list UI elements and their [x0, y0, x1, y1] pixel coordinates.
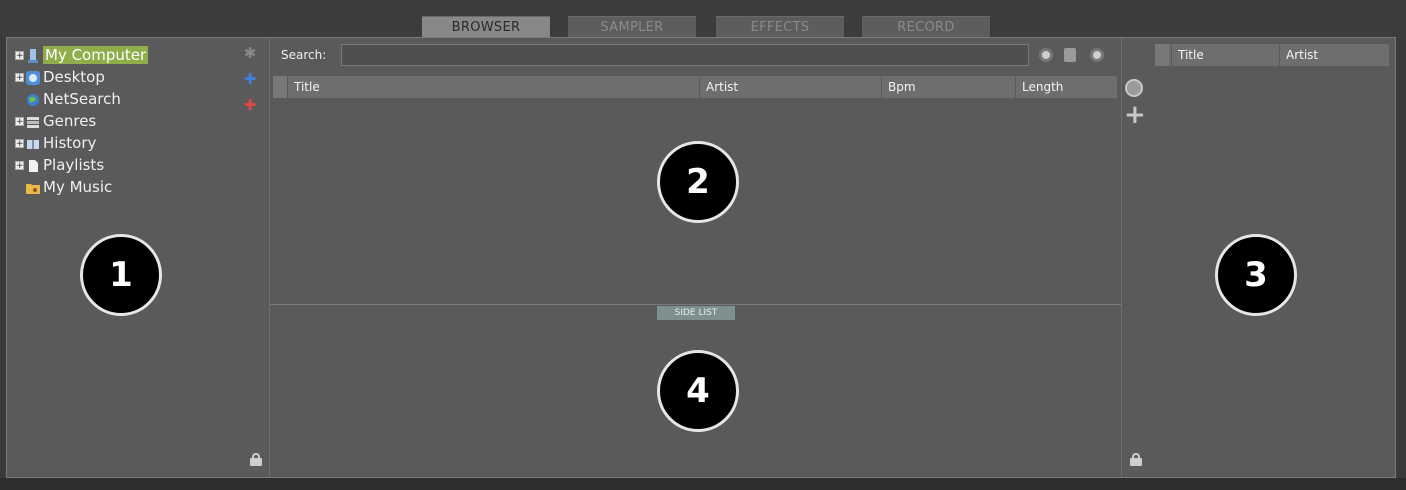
header-spacer [1155, 44, 1169, 66]
tab-sampler[interactable]: SAMPLER [568, 16, 696, 38]
column-length[interactable]: Length [1015, 76, 1117, 98]
tab-browser[interactable]: BROWSER [422, 16, 550, 38]
file-list-header: Title Artist Bpm Length [273, 76, 1117, 98]
tree-item-label: Desktop [43, 68, 105, 86]
expand-icon[interactable]: + [15, 117, 24, 127]
right-list-header: Title Artist [1155, 44, 1389, 66]
tree-item-label: History [43, 134, 97, 152]
computer-icon [28, 48, 38, 63]
music-folder-icon [26, 183, 40, 194]
lock-icon[interactable] [250, 453, 262, 466]
column-title[interactable]: Title [287, 76, 699, 98]
header-spacer [273, 76, 287, 98]
tree-item-label: Playlists [43, 156, 105, 174]
desktop-icon [26, 70, 40, 85]
badge-2: 2 [657, 141, 739, 223]
expand-icon[interactable]: + [15, 139, 24, 149]
add-folder-icon[interactable]: ✚ [241, 70, 259, 88]
tree-item-history[interactable]: + History [15, 132, 265, 154]
book-icon [27, 139, 39, 149]
tree-item-genres[interactable]: + Genres [15, 110, 265, 132]
tree-item-label: Genres [43, 112, 97, 130]
left-divider [269, 38, 270, 477]
column-title[interactable]: Title [1171, 44, 1279, 66]
stack-icon [27, 116, 39, 128]
search-settings-icon[interactable] [1090, 48, 1104, 62]
tree-item-playlists[interactable]: + Playlists [15, 154, 265, 176]
tree-item-label: My Computer [43, 46, 149, 64]
search-option-icon[interactable] [1039, 48, 1053, 62]
disc-icon[interactable] [1125, 79, 1143, 97]
lock-icon[interactable] [1130, 453, 1142, 466]
filter-icon[interactable]: ✱ [241, 44, 259, 62]
column-bpm[interactable]: Bpm [881, 76, 1015, 98]
tree-item-label: My Music [43, 178, 113, 196]
tree-item-label: NetSearch [43, 90, 121, 108]
expand-icon[interactable]: + [15, 73, 24, 83]
top-tab-bar: BROWSER SAMPLER EFFECTS RECORD [0, 0, 1406, 38]
expand-icon[interactable]: + [15, 51, 24, 61]
bottom-strip [0, 478, 1406, 490]
browser-frame: + My Computer + Desktop NetSearch + Genres … [6, 37, 1396, 478]
tree-item-netsearch[interactable]: NetSearch [15, 88, 265, 110]
column-artist[interactable]: Artist [1279, 44, 1389, 66]
search-input[interactable] [341, 44, 1029, 66]
side-list-button[interactable]: SIDE LIST [657, 306, 735, 320]
right-divider [1121, 38, 1122, 477]
search-label: Search: [281, 48, 327, 62]
tree-item-desktop[interactable]: + Desktop [15, 66, 265, 88]
tree-item-my-computer[interactable]: + My Computer [15, 44, 265, 66]
column-artist[interactable]: Artist [699, 76, 881, 98]
expand-icon[interactable]: + [15, 161, 24, 171]
globe-icon [27, 93, 39, 106]
tab-effects[interactable]: EFFECTS [716, 16, 844, 38]
side-list-splitter[interactable] [270, 304, 1121, 305]
add-icon[interactable]: + [1124, 102, 1146, 128]
badge-4: 4 [657, 350, 739, 432]
remove-folder-icon[interactable]: ✚ [241, 96, 259, 114]
tab-record[interactable]: RECORD [862, 16, 990, 38]
search-folder-icon[interactable] [1064, 48, 1076, 62]
folder-tree: + My Computer + Desktop NetSearch + Genres … [15, 44, 265, 198]
badge-3: 3 [1215, 234, 1297, 316]
badge-1: 1 [80, 234, 162, 316]
document-icon [29, 159, 38, 172]
tree-item-my-music[interactable]: My Music [15, 176, 265, 198]
